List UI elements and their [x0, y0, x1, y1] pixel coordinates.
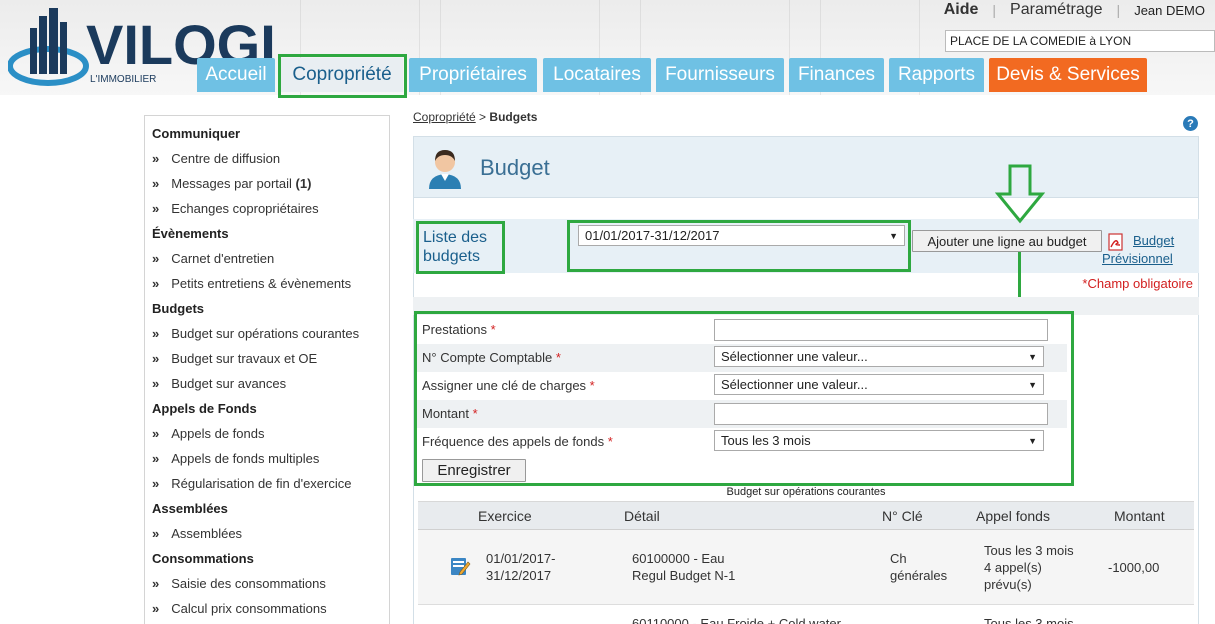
help-icon[interactable]: ? [1183, 116, 1198, 131]
sidebar-heading-appels-fonds: Appels de Fonds [152, 401, 257, 416]
breadcrumb-current: Budgets [489, 110, 538, 124]
sidebar-item-appels-fonds[interactable]: » Appels de fonds [152, 426, 264, 441]
user-icon [429, 150, 461, 189]
logo-subtext: L'IMMOBILIER [90, 74, 156, 85]
sidebar-item-messages-portail[interactable]: » Messages par portail (1) [152, 176, 311, 191]
col-appel-fonds[interactable]: Appel fonds [976, 508, 1050, 524]
cell-detail-line1: 60110000 - Eau Froide + Cold water [632, 616, 841, 624]
col-cle[interactable]: N° Clé [882, 508, 923, 524]
building-search-input[interactable] [945, 30, 1215, 52]
cell-appel-line1: Tous les 3 mois [984, 543, 1074, 558]
edit-icon[interactable] [449, 555, 471, 577]
col-exercice[interactable]: Exercice [478, 508, 532, 524]
page-title: Budget [480, 155, 550, 180]
highlight-box-form [414, 311, 1074, 486]
sidebar-item-petits-entretiens[interactable]: » Petits entretiens & évènements [152, 276, 351, 291]
table-row: 01/01/2017- 31/12/2017 60100000 - Eau Re… [418, 530, 1194, 604]
app-header: VILOGI L'IMMOBILIER Aide | Paramétrage |… [0, 0, 1215, 95]
tab-accueil[interactable]: Accueil [197, 58, 275, 92]
sidebar-heading-evenements: Évènements [152, 226, 229, 241]
annotation-arrow-icon [995, 164, 1045, 224]
tab-locataires[interactable]: Locataires [543, 58, 651, 92]
col-detail[interactable]: Détail [624, 508, 660, 524]
sidebar-item-echanges[interactable]: » Echanges copropriétaires [152, 201, 319, 216]
messages-count: (1) [295, 176, 312, 191]
sidebar-heading-communiquer: Communiquer [152, 126, 241, 141]
cell-detail-line2: Regul Budget N-1 [632, 568, 736, 583]
cell-montant: -1000,00 [1108, 560, 1160, 575]
sidebar-heading-budgets: Budgets [152, 301, 204, 316]
sidebar-heading-assemblees: Assemblées [152, 501, 228, 516]
cell-cle-line2: générales [890, 568, 948, 583]
cell-appel-line1: Tous les 3 mois [984, 616, 1074, 624]
col-montant[interactable]: Montant [1114, 508, 1165, 524]
sidebar-item-budget-avances[interactable]: » Budget sur avances [152, 376, 286, 391]
tab-devis-services[interactable]: Devis & Services [989, 58, 1147, 92]
pdf-icon[interactable] [1107, 233, 1125, 251]
sidebar-item-budget-operations[interactable]: » Budget sur opérations courantes [152, 326, 359, 341]
cell-appel-line2: 4 appel(s) [984, 560, 1042, 575]
tab-rapports[interactable]: Rapports [889, 58, 984, 92]
sidebar-item-calcul-prix[interactable]: » Calcul prix consommations [152, 601, 327, 616]
table-header: Exercice Détail N° Clé Appel fonds Monta… [418, 501, 1194, 530]
tab-proprietaires[interactable]: Propriétaires [409, 58, 537, 92]
add-budget-line-button[interactable]: Ajouter une ligne au budget [912, 230, 1102, 252]
sidebar-item-centre-diffusion[interactable]: » Centre de diffusion [152, 151, 280, 166]
table-caption: Budget sur opérations courantes [726, 486, 886, 498]
user-name[interactable]: Jean DEMO [1134, 3, 1205, 18]
breadcrumb: Copropriété > Budgets [413, 110, 538, 124]
highlight-box-period-select [567, 220, 911, 272]
cell-appel-line3: prévu(s) [984, 577, 1032, 592]
cell-cle-line1: Ch [890, 551, 907, 566]
aide-link[interactable]: Aide [944, 1, 979, 19]
tab-fournisseurs[interactable]: Fournisseurs [656, 58, 784, 92]
table-row: 60110000 - Eau Froide + Cold water Tous … [418, 605, 1194, 624]
sidebar-item-appels-fonds-multiples[interactable]: » Appels de fonds multiples [152, 451, 319, 466]
top-links: Aide | Paramétrage | Jean DEMO [943, 1, 1205, 19]
cell-detail-line1: 60100000 - Eau [632, 551, 725, 566]
breadcrumb-copropriete-link[interactable]: Copropriété [413, 110, 476, 124]
highlight-box-liste-label [416, 221, 505, 274]
cell-exercice-line2: 31/12/2017 [486, 568, 552, 583]
budget-previsionnel-link-line1[interactable]: Budget [1133, 233, 1174, 248]
highlight-box-copropriete-tab [278, 54, 407, 98]
sidebar-item-carnet-entretien[interactable]: » Carnet d'entretien [152, 251, 274, 266]
cell-exercice-line1: 01/01/2017- [486, 551, 556, 566]
budget-previsionnel-link-line2[interactable]: Prévisionnel [1102, 251, 1173, 266]
sidebar [144, 115, 390, 624]
sidebar-heading-consommations: Consommations [152, 551, 254, 566]
sidebar-item-regularisation[interactable]: » Régularisation de fin d'exercice [152, 476, 351, 491]
sidebar-item-saisie-consommations[interactable]: » Saisie des consommations [152, 576, 326, 591]
required-note: *Champ obligatoire [1082, 276, 1193, 291]
budget-panel-header: Budget [413, 136, 1199, 198]
sidebar-item-budget-travaux[interactable]: » Budget sur travaux et OE [152, 351, 317, 366]
sidebar-item-assemblees[interactable]: » Assemblées [152, 526, 242, 541]
tab-finances[interactable]: Finances [789, 58, 884, 92]
parametrage-link[interactable]: Paramétrage [1010, 1, 1103, 19]
